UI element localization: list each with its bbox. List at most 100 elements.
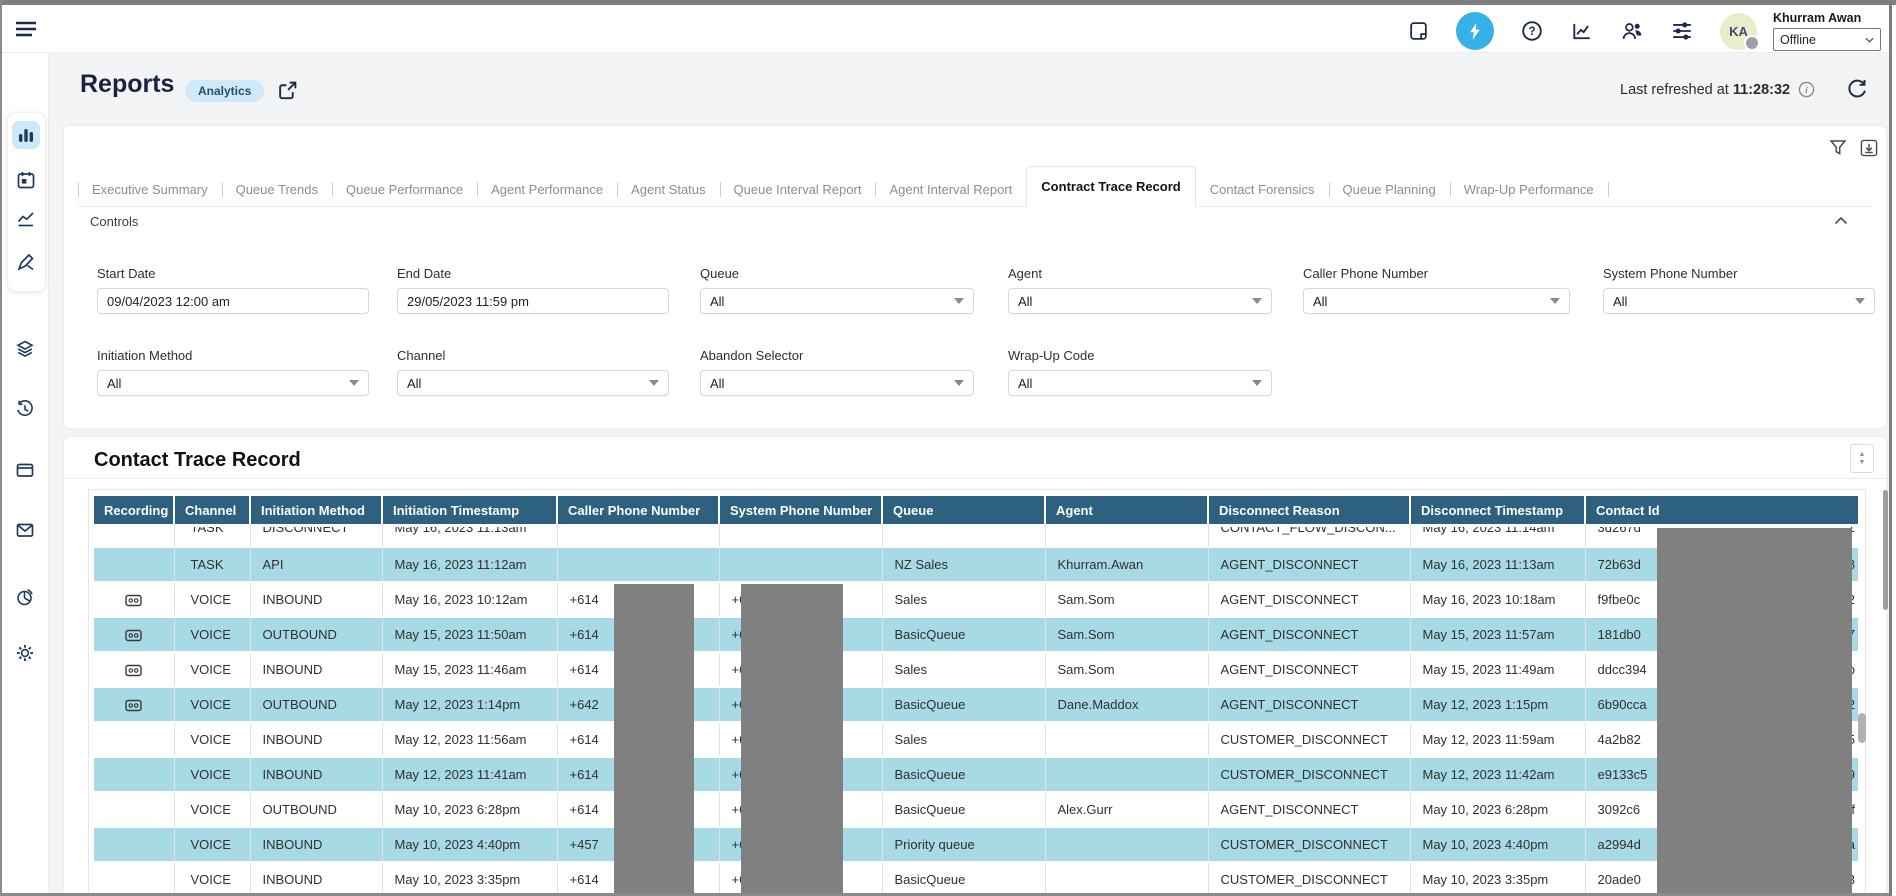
collapse-chevron-icon[interactable] — [1834, 216, 1848, 225]
tab-agent-interval-report[interactable]: Agent Interval Report — [875, 173, 1026, 206]
column-header[interactable]: Caller Phone Number — [557, 496, 719, 524]
table-row[interactable]: VOICEINBOUNDMay 16, 2023 10:12am+614+612… — [94, 582, 1858, 617]
tab-queue-interval-report[interactable]: Queue Interval Report — [720, 173, 876, 206]
tab-contract-trace-record[interactable]: Contract Trace Record — [1026, 166, 1195, 207]
hamburger-menu-icon[interactable] — [14, 17, 38, 41]
agent-select[interactable]: All — [1008, 288, 1272, 314]
column-header[interactable]: Initiation Method — [250, 496, 382, 524]
status-select[interactable]: Offline — [1773, 28, 1881, 51]
caller-phone-select[interactable]: All — [1303, 288, 1570, 314]
tab-executive-summary[interactable]: Executive Summary — [78, 173, 222, 206]
sidebar-item-analytics[interactable] — [15, 587, 35, 607]
cell-recording — [94, 757, 174, 792]
sidebar-item-settings[interactable] — [15, 643, 35, 663]
channel-select[interactable]: All — [397, 370, 669, 396]
sidebar-item-design[interactable] — [12, 248, 40, 276]
table-row[interactable]: TASKDISCONNECTMay 16, 2023 11:13amCONTAC… — [94, 524, 1858, 547]
table-row[interactable]: VOICEOUTBOUNDMay 12, 2023 1:14pm+642+612… — [94, 687, 1858, 722]
settings-sliders-icon[interactable] — [1670, 19, 1694, 43]
notes-icon[interactable] — [1406, 19, 1430, 43]
recording-icon[interactable] — [125, 594, 142, 607]
cell-initiation_method: OUTBOUND — [250, 792, 382, 827]
cell-agent — [1045, 722, 1208, 757]
field-label: Start Date — [97, 266, 369, 281]
help-icon[interactable]: ? — [1520, 19, 1544, 43]
column-header[interactable]: Channel — [174, 496, 250, 524]
system-phone-select[interactable]: All — [1603, 288, 1875, 314]
refresh-icon[interactable] — [1846, 78, 1868, 100]
caller-phone-field: Caller Phone Number All — [1303, 266, 1570, 314]
table-row[interactable]: VOICEINBOUNDMay 12, 2023 11:41am+614+612… — [94, 757, 1858, 792]
tab-contact-forensics[interactable]: Contact Forensics — [1196, 173, 1329, 206]
field-label: Abandon Selector — [700, 348, 974, 363]
insights-chart-icon[interactable] — [1570, 19, 1594, 43]
tab-queue-trends[interactable]: Queue Trends — [222, 173, 332, 206]
table-row[interactable]: VOICEOUTBOUNDMay 15, 2023 11:50am+614+61… — [94, 617, 1858, 652]
cell-disconnect_timestamp: May 16, 2023 11:14am — [1410, 524, 1585, 547]
column-header[interactable]: Disconnect Reason — [1208, 496, 1410, 524]
table-row[interactable]: VOICEINBOUNDMay 15, 2023 11:46am+614+612… — [94, 652, 1858, 687]
column-header[interactable]: Disconnect Timestamp — [1410, 496, 1585, 524]
table-row[interactable]: VOICEOUTBOUNDMay 10, 2023 6:28pm+614+612… — [94, 792, 1858, 827]
status-value: Offline — [1780, 33, 1816, 47]
end-date-input[interactable]: 29/05/2023 11:59 pm — [397, 288, 669, 314]
topbar-right-cluster: ? KA Khurram Awan Offline — [1406, 9, 1881, 53]
column-header[interactable]: Contact Id — [1585, 496, 1858, 524]
cell-channel: VOICE — [174, 722, 250, 757]
sidebar-item-layers[interactable] — [15, 339, 35, 359]
recording-icon[interactable] — [125, 699, 142, 712]
cell-disconnect_timestamp: May 10, 2023 4:40pm — [1410, 827, 1585, 862]
sidebar-item-pages[interactable] — [15, 460, 35, 480]
gear-icon — [15, 643, 35, 663]
cell-queue: BasicQueue — [882, 757, 1045, 792]
start-date-field: Start Date 09/04/2023 12:00 am — [97, 266, 369, 314]
analytics-badge[interactable]: Analytics — [185, 80, 264, 102]
table-row[interactable]: VOICEINBOUNDMay 10, 2023 4:40pm+457+612P… — [94, 827, 1858, 862]
top-bar: ? KA Khurram Awan Offline — [2, 5, 1889, 53]
sidebar-item-trends[interactable] — [12, 205, 40, 233]
cell-recording — [94, 547, 174, 582]
column-header[interactable]: Queue — [882, 496, 1045, 524]
tab-queue-planning[interactable]: Queue Planning — [1329, 173, 1450, 206]
table-row[interactable]: VOICEINBOUNDMay 12, 2023 11:56am+614+612… — [94, 722, 1858, 757]
download-icon[interactable] — [1860, 139, 1878, 157]
table-scrollbar[interactable] — [1858, 713, 1866, 743]
sidebar-item-schedule[interactable] — [12, 166, 40, 194]
sidebar-item-mail[interactable] — [15, 520, 35, 540]
column-header[interactable]: System Phone Number — [719, 496, 882, 524]
page-scrollbar[interactable] — [1883, 490, 1888, 610]
flash-icon[interactable] — [1456, 12, 1494, 50]
abandon-selector-select[interactable]: All — [700, 370, 974, 396]
tab-queue-performance[interactable]: Queue Performance — [332, 173, 477, 206]
sidebar-item-history[interactable] — [15, 399, 35, 419]
tab-agent-performance[interactable]: Agent Performance — [477, 173, 617, 206]
recording-icon[interactable] — [125, 664, 142, 677]
table-row[interactable]: VOICEINBOUNDMay 10, 2023 3:35pm+614+612B… — [94, 862, 1858, 894]
user-meta: Khurram Awan Offline — [1773, 11, 1881, 51]
tab-agent-status[interactable]: Agent Status — [617, 173, 719, 206]
field-label: Initiation Method — [97, 348, 369, 363]
table-row[interactable]: TASKAPIMay 16, 2023 11:12amNZ SalesKhurr… — [94, 547, 1858, 582]
table-title: Contact Trace Record — [94, 449, 301, 472]
column-header[interactable]: Recording — [94, 496, 174, 524]
sidebar-item-reports[interactable] — [12, 121, 40, 149]
column-header[interactable]: Initiation Timestamp — [382, 496, 557, 524]
spinner-control[interactable]: ▲▼ — [1850, 444, 1874, 473]
cell-disconnect_timestamp: May 12, 2023 11:42am — [1410, 757, 1585, 792]
cell-initiation_timestamp: May 16, 2023 10:12am — [382, 582, 557, 617]
external-link-icon[interactable] — [277, 80, 298, 101]
users-icon[interactable] — [1620, 19, 1644, 43]
filter-icon[interactable] — [1829, 139, 1847, 157]
recording-icon[interactable] — [125, 629, 142, 642]
column-header[interactable]: Agent — [1045, 496, 1208, 524]
initiation-method-select[interactable]: All — [97, 370, 369, 396]
cell-initiation_method: OUTBOUND — [250, 617, 382, 652]
wrap-up-code-select[interactable]: All — [1008, 370, 1272, 396]
info-icon[interactable]: i — [1798, 81, 1815, 98]
cell-disconnect_timestamp: May 12, 2023 1:15pm — [1410, 687, 1585, 722]
queue-select[interactable]: All — [700, 288, 974, 314]
tab-wrap-up-performance[interactable]: Wrap-Up Performance — [1450, 173, 1608, 206]
avatar[interactable]: KA — [1720, 13, 1757, 50]
start-date-input[interactable]: 09/04/2023 12:00 am — [97, 288, 369, 314]
controls-section-title[interactable]: Controls — [90, 214, 138, 229]
